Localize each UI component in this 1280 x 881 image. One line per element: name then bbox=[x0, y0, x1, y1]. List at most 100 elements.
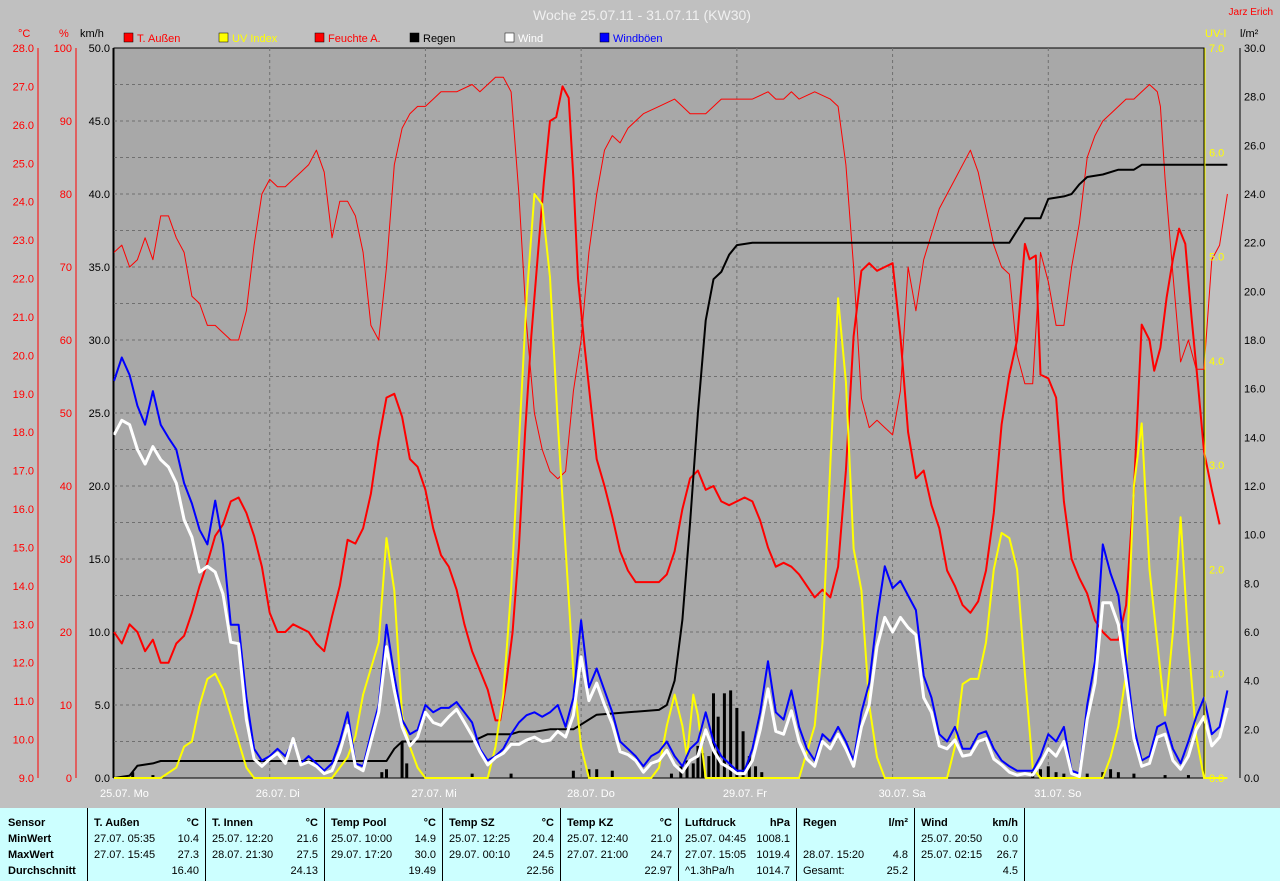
stat-unit: l/m² bbox=[888, 817, 908, 829]
stat-avg-value: 1014.7 bbox=[756, 865, 790, 877]
author-label: Jarz Erich bbox=[1229, 7, 1273, 18]
wind-tick-label: 45.0 bbox=[89, 116, 110, 128]
wind-tick-label: 5.0 bbox=[95, 700, 110, 712]
stat-column-temp-kz: Temp KZ °C 25.07. 12:40 21.0 27.07. 21:00 24.… bbox=[561, 808, 679, 881]
wind-tick-label: 0.0 bbox=[95, 773, 110, 785]
stat-max-value: 1019.4 bbox=[756, 849, 790, 861]
x-tick-label: 30.07. Sa bbox=[879, 788, 927, 800]
humidity-tick-label: 70 bbox=[60, 262, 72, 274]
legend-swatch bbox=[599, 32, 610, 43]
wind-tick-label: 35.0 bbox=[89, 262, 110, 274]
temp-tick-label: 23.0 bbox=[13, 235, 34, 247]
uv-tick-label: 5.0 bbox=[1209, 252, 1224, 264]
stat-unit: °C bbox=[186, 817, 199, 829]
legend-swatch bbox=[409, 32, 420, 43]
legend: T. Außen UV Index Feuchte A. Regen Wind … bbox=[123, 32, 663, 45]
stat-max-value: 4.8 bbox=[892, 849, 908, 861]
row-label-max: MaxWert bbox=[8, 849, 54, 861]
uv-tick-label: 7.0 bbox=[1209, 43, 1224, 55]
x-tick-label: 28.07. Do bbox=[567, 788, 615, 800]
temp-tick-label: 25.0 bbox=[13, 158, 34, 170]
stat-avg-value: 24.13 bbox=[290, 865, 318, 877]
legend-swatch bbox=[504, 32, 515, 43]
row-label-min: MinWert bbox=[8, 833, 52, 845]
uv-unit: UV-I bbox=[1205, 28, 1226, 40]
row-label-avg: Durchschnitt bbox=[8, 865, 76, 877]
rain-tick-label: 28.0 bbox=[1244, 92, 1265, 104]
stat-avg-label: Gesamt: bbox=[803, 865, 845, 877]
wind-unit: km/h bbox=[80, 28, 104, 40]
temp-tick-label: 20.0 bbox=[13, 350, 34, 362]
x-tick-label: 25.07. Mo bbox=[100, 788, 149, 800]
statistics-table: Sensor MinWert MaxWert Durchschnitt T. A… bbox=[0, 808, 1280, 881]
stat-min-date: 25.07. 04:45 bbox=[685, 833, 747, 845]
temp-tick-label: 15.0 bbox=[13, 542, 34, 554]
stat-min-value: 20.4 bbox=[532, 833, 554, 845]
stat-max-date: 27.07. 21:00 bbox=[567, 849, 629, 861]
rain-tick-label: 26.0 bbox=[1244, 140, 1265, 152]
stat-max-value: 27.3 bbox=[177, 849, 199, 861]
legend-label: UV Index bbox=[232, 33, 278, 45]
legend-label: Feuchte A. bbox=[328, 33, 381, 45]
stat-min-date: 25.07. 12:40 bbox=[567, 833, 629, 845]
wind-tick-label: 25.0 bbox=[89, 408, 110, 420]
stat-max-value: 24.5 bbox=[532, 849, 554, 861]
stat-name: Temp SZ bbox=[449, 817, 495, 829]
rain-tick-label: 30.0 bbox=[1244, 43, 1265, 55]
rain-unit: l/m² bbox=[1240, 28, 1259, 40]
stat-name: T. Außen bbox=[94, 817, 140, 829]
rain-bar bbox=[380, 772, 384, 778]
rain-bar bbox=[571, 770, 575, 778]
rain-bar bbox=[707, 756, 711, 778]
rain-bar bbox=[1132, 773, 1136, 778]
rain-tick-label: 14.0 bbox=[1244, 432, 1265, 444]
rain-bar bbox=[509, 773, 513, 778]
wind-tick-label: 10.0 bbox=[89, 627, 110, 639]
x-tick-label: 31.07. So bbox=[1034, 788, 1081, 800]
rain-tick-label: 22.0 bbox=[1244, 238, 1265, 250]
stat-unit: km/h bbox=[992, 817, 1018, 829]
stat-unit: °C bbox=[423, 817, 436, 829]
stat-max-value: 26.7 bbox=[996, 849, 1018, 861]
stat-unit: °C bbox=[541, 817, 554, 829]
rain-tick-label: 24.0 bbox=[1244, 189, 1265, 201]
uv-tick-label: 4.0 bbox=[1209, 356, 1224, 368]
sensor-header: Sensor bbox=[8, 817, 46, 829]
rain-tick-label: 4.0 bbox=[1244, 676, 1259, 688]
temp-tick-label: 13.0 bbox=[13, 619, 34, 631]
rain-bar bbox=[1163, 775, 1167, 778]
stat-column-wind: Wind km/h 25.07. 20:50 0.0 25.07. 02:15 26.7 4… bbox=[915, 808, 1025, 881]
stat-unit: °C bbox=[659, 817, 672, 829]
humidity-tick-label: 40 bbox=[60, 481, 72, 493]
stat-max-date: 29.07. 17:20 bbox=[331, 849, 393, 861]
stat-column-temp-sz: Temp SZ °C 25.07. 12:25 20.4 29.07. 00:10 24.… bbox=[443, 808, 561, 881]
stat-avg-value: 25.2 bbox=[886, 865, 908, 877]
humidity-tick-label: 50 bbox=[60, 408, 72, 420]
legend-item-uv-index: UV Index bbox=[218, 32, 278, 45]
rain-bar bbox=[1109, 769, 1113, 778]
rain-tick-label: 6.0 bbox=[1244, 627, 1259, 639]
temp-tick-label: 26.0 bbox=[13, 120, 34, 132]
temp-tick-label: 14.0 bbox=[13, 581, 34, 593]
legend-label: Wind bbox=[518, 33, 543, 45]
stat-column-temp-pool: Temp Pool °C 25.07. 10:00 14.9 29.07. 17:20 3… bbox=[325, 808, 443, 881]
stat-max-date: 25.07. 02:15 bbox=[921, 849, 983, 861]
rain-bar bbox=[754, 766, 758, 778]
rain-bar bbox=[1116, 772, 1120, 778]
stat-name: Luftdruck bbox=[685, 817, 736, 829]
stat-unit: °C bbox=[305, 817, 318, 829]
stat-avg-value: 22.97 bbox=[644, 865, 672, 877]
stat-min-value: 21.6 bbox=[296, 833, 318, 845]
humidity-tick-label: 100 bbox=[54, 43, 72, 55]
rain-tick-label: 8.0 bbox=[1244, 578, 1259, 590]
rain-bar bbox=[400, 741, 404, 778]
stat-column-regen: Regen l/m² 28.07. 15:20 4.8 Gesamt: 25.2 bbox=[797, 808, 915, 881]
temp-tick-label: 21.0 bbox=[13, 312, 34, 324]
legend-swatch bbox=[123, 32, 134, 43]
wind-tick-label: 30.0 bbox=[89, 335, 110, 347]
temp-tick-label: 16.0 bbox=[13, 504, 34, 516]
temp-tick-label: 12.0 bbox=[13, 658, 34, 670]
stat-unit: hPa bbox=[769, 817, 790, 829]
stat-avg-value: 4.5 bbox=[1002, 865, 1018, 877]
stat-avg-value: 22.56 bbox=[526, 865, 554, 877]
